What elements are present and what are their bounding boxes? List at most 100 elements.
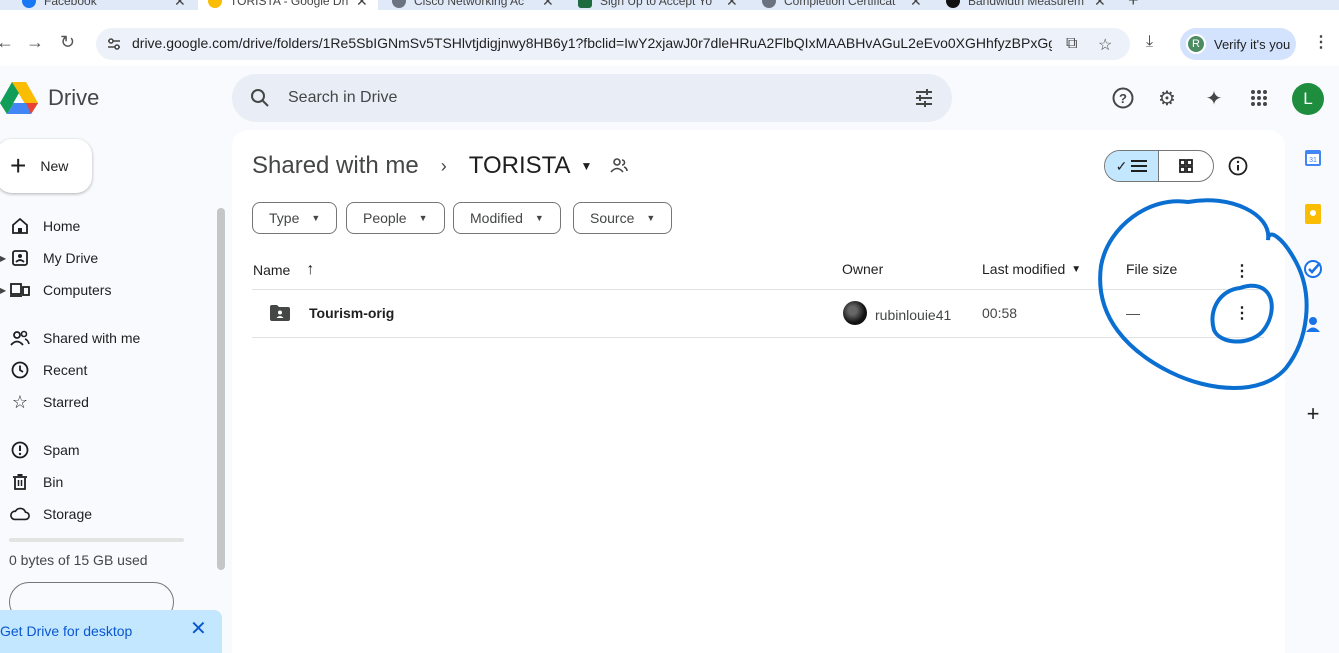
close-tab-icon[interactable]: ✕ [726,0,738,10]
account-avatar[interactable]: L [1292,83,1324,115]
browser-tab[interactable]: Bandwidth Measurem ✕ [946,0,1106,10]
search-bar[interactable]: Search in Drive [232,74,952,122]
sidebar-item-shared-with-me[interactable]: Shared with me [0,322,210,354]
app-name: Drive [48,85,100,110]
dropdown-arrow-icon: ▼ [646,213,656,223]
grid-view-icon [1179,159,1193,173]
sidebar-item-spam[interactable]: Spam [0,434,210,466]
help-icon[interactable]: ? [1111,86,1135,110]
profile-avatar: R [1186,34,1206,54]
back-icon[interactable]: ← [0,32,14,53]
drive-logo-icon [0,82,38,114]
people-icon [10,329,30,347]
close-tab-icon[interactable]: ✕ [174,0,186,10]
browser-menu-icon[interactable]: ⋮ [1313,32,1329,52]
dropdown-arrow-icon: ▼ [311,213,321,223]
browser-tab[interactable]: Sign Up to Accept Yo ✕ [578,0,738,10]
speed-icon [946,0,960,8]
filter-modified[interactable]: Modified ▼ [453,202,561,234]
bookmark-star-icon[interactable]: ☆ [1098,35,1112,55]
search-icon[interactable] [250,88,270,108]
info-icon[interactable] [1228,156,1248,176]
check-icon: ✓ [1115,157,1128,174]
divider [252,337,1264,338]
svg-text:31: 31 [1309,157,1317,164]
reload-icon[interactable]: ↻ [60,32,75,53]
trash-icon [10,473,30,491]
file-size-cell: — [1126,305,1140,321]
sidebar-item-starred[interactable]: ☆ Starred [0,386,210,418]
breadcrumb-parent[interactable]: Shared with me [252,152,419,180]
profile-verify-button[interactable]: R Verify it's you [1180,28,1296,60]
expand-caret-icon[interactable]: ▶ [0,254,6,263]
sidebar-item-home[interactable]: Home [0,210,210,242]
close-tab-icon[interactable]: ✕ [542,0,554,10]
contacts-icon[interactable] [1303,314,1323,334]
sidebar-item-storage[interactable]: Storage [0,498,210,530]
promo-text[interactable]: Get Drive for desktop [0,623,132,639]
keep-icon[interactable] [1303,204,1323,224]
drive-favicon-icon [208,0,222,8]
storage-usage-bar [9,538,184,542]
folder-menu-caret-icon[interactable]: ▼ [581,159,593,173]
browser-tab[interactable]: Completion Certificat ✕ [762,0,922,10]
filter-people[interactable]: People ▼ [346,202,445,234]
new-tab-icon[interactable]: + [1128,0,1139,10]
gemini-sparkle-icon[interactable]: ✦ [1202,86,1226,110]
home-icon [10,217,30,235]
sidebar-item-computers[interactable]: ▶ Computers [0,274,210,306]
column-header-owner[interactable]: Owner [842,261,883,277]
sidebar-item-recent[interactable]: Recent [0,354,210,386]
close-tab-icon[interactable]: ✕ [910,0,922,10]
filter-source[interactable]: Source ▼ [573,202,673,234]
desktop-promo-banner[interactable]: Get Drive for desktop ✕ [0,610,222,653]
more-actions-icon[interactable]: ⋮ [1234,303,1250,323]
table-row[interactable]: Tourism-orig rubinlouie41 00:58 — ⋮ [252,290,1264,337]
tasks-icon[interactable] [1303,259,1323,279]
column-header-name[interactable]: Name ↑ [253,261,314,279]
grid-view-button[interactable] [1159,151,1213,181]
sidebar-item-my-drive[interactable]: ▶ My Drive [0,242,210,274]
url-text[interactable]: drive.google.com/drive/folders/1Re5SbIGN… [132,35,1052,51]
list-view-icon [1131,160,1148,172]
browser-tab[interactable]: Cisco Networking Ac ✕ [392,0,554,10]
breadcrumb-current[interactable]: TORISTA [469,152,571,180]
browser-tab-active[interactable]: TORISTA - Google Dri ✕ [198,0,378,10]
settings-gear-icon[interactable]: ⚙ [1155,86,1179,110]
drive-logo[interactable]: Drive [0,82,99,114]
close-tab-icon[interactable]: ✕ [1094,0,1106,10]
site-info-icon[interactable] [106,36,122,52]
sidebar-scrollbar[interactable] [217,208,225,570]
facebook-icon [22,0,36,8]
browser-tab[interactable]: Facebook ✕ [22,0,186,10]
forward-icon[interactable]: → [26,32,44,53]
calendar-icon[interactable]: 31 [1303,148,1323,168]
breadcrumb: Shared with me › TORISTA ▼ [252,152,629,180]
apps-grid-icon[interactable] [1247,86,1271,110]
owner-cell: rubinlouie41 [843,301,951,325]
column-header-last-modified[interactable]: Last modified ▼ [982,261,1081,277]
search-options-icon[interactable] [914,88,934,108]
clock-icon [10,361,30,379]
expand-caret-icon[interactable]: ▶ [0,286,6,295]
new-button[interactable]: + New [0,139,92,193]
address-bar[interactable]: drive.google.com/drive/folders/1Re5SbIGN… [96,28,1130,60]
search-input[interactable]: Search in Drive [288,89,397,107]
filter-type[interactable]: Type ▼ [252,202,338,234]
star-icon: ☆ [11,391,29,412]
shared-folder-icon [270,305,290,321]
list-view-button[interactable]: ✓ [1105,151,1159,181]
sort-dropdown-icon[interactable]: ▼ [1071,264,1081,275]
sort-arrow-up-icon[interactable]: ↑ [306,261,314,279]
column-header-file-size[interactable]: File size [1126,261,1177,277]
browser-toolbar: ← → ↻ drive.google.com/drive/folders/1Re… [0,10,1339,66]
column-options-icon[interactable]: ⋮ [1234,261,1250,281]
close-icon[interactable]: ✕ [190,616,207,641]
install-app-icon[interactable]: ⧉ [1066,35,1077,53]
chevron-right-icon: › [440,155,447,176]
download-icon[interactable]: ⤓ [1146,33,1153,51]
add-addon-icon[interactable]: + [1303,401,1323,426]
close-tab-icon[interactable]: ✕ [356,0,368,10]
sidebar-item-bin[interactable]: Bin [0,466,210,498]
file-name[interactable]: Tourism-orig [309,305,394,321]
